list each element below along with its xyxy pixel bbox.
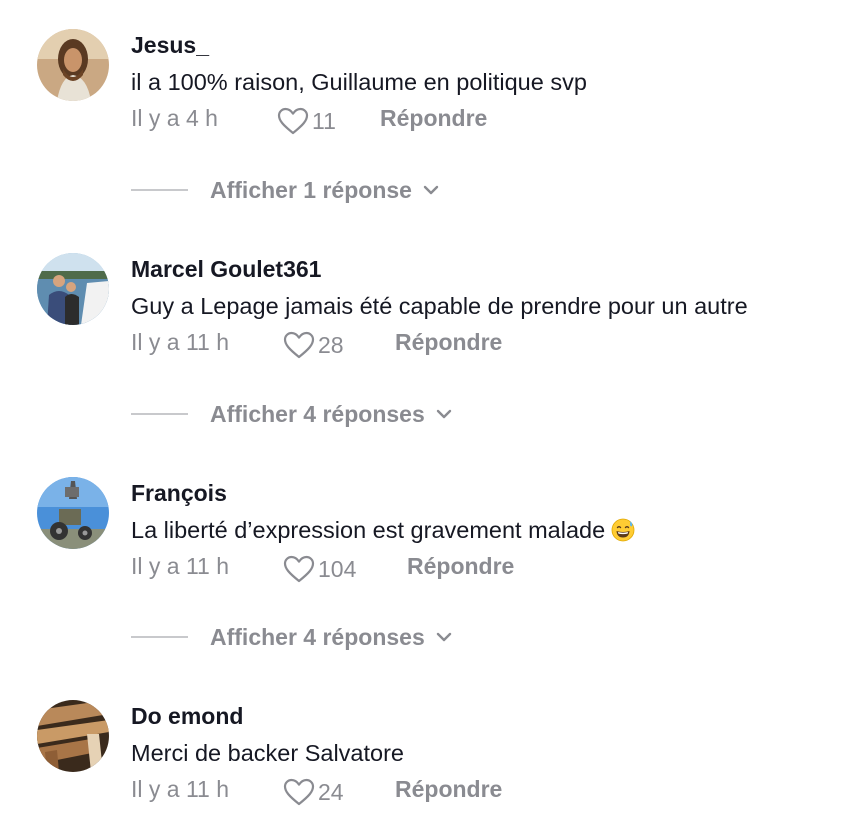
view-replies-label: Afficher 4 réponses [210, 623, 425, 650]
avatar[interactable] [37, 700, 109, 772]
like-button[interactable]: 11 [277, 107, 336, 135]
reply-button[interactable]: Répondre [395, 329, 502, 356]
comment-timestamp: Il y a 11 h [131, 329, 230, 355]
comment-timestamp: Il y a 11 h [131, 553, 230, 579]
avatar-wood-planks-icon [37, 700, 109, 772]
view-replies-label: Afficher 4 réponses [210, 400, 425, 427]
comment-text-content: La liberté d’expression est gravement ma… [131, 517, 606, 543]
view-replies-button[interactable]: Afficher 4 réponses [131, 622, 453, 652]
like-button[interactable]: 28 [283, 331, 344, 359]
view-replies-button[interactable]: Afficher 4 réponses [131, 399, 453, 429]
comment-username[interactable]: François [131, 480, 227, 507]
comment-timestamp: Il y a 11 h [131, 776, 230, 802]
comment-username[interactable]: Marcel Goulet361 [131, 256, 321, 283]
like-count: 104 [318, 555, 357, 582]
chevron-down-icon [436, 409, 451, 419]
reply-button[interactable]: Répondre [407, 553, 514, 580]
like-count: 28 [318, 331, 344, 358]
chevron-down-icon [436, 632, 451, 642]
avatar[interactable] [37, 29, 109, 101]
avatar-tractor-sky-icon [37, 477, 109, 549]
like-count: 24 [318, 778, 344, 805]
view-replies-label: Afficher 1 réponse [210, 176, 412, 203]
heart-icon [283, 555, 315, 583]
comment-text: Merci de backer Salvatore [131, 740, 404, 766]
avatar-man-on-boat-icon [37, 253, 109, 325]
like-count: 11 [312, 107, 336, 134]
comment-text: La liberté d’expression est gravement ma… [131, 517, 635, 544]
comment-text: Guy a Lepage jamais été capable de prend… [131, 293, 748, 319]
comment-timestamp: Il y a 4 h [131, 105, 218, 131]
avatar[interactable] [37, 477, 109, 549]
heart-icon [283, 331, 315, 359]
comment-text: il a 100% raison, Guillaume en politique… [131, 69, 587, 95]
comment-username[interactable]: Do emond [131, 703, 243, 730]
heart-icon [283, 778, 315, 806]
reply-button[interactable]: Répondre [395, 776, 502, 803]
divider-line [131, 413, 188, 415]
divider-line [131, 636, 188, 638]
like-button[interactable]: 24 [283, 778, 344, 806]
reply-button[interactable]: Répondre [380, 105, 487, 132]
grinning-sweat-emoji-icon [611, 518, 635, 542]
like-button[interactable]: 104 [283, 555, 356, 583]
chevron-down-icon [423, 185, 439, 195]
heart-icon [277, 107, 309, 135]
comment-username[interactable]: Jesus_ [131, 32, 209, 59]
view-replies-button[interactable]: Afficher 1 réponse [131, 175, 440, 205]
avatar-jesus-painting-icon [37, 29, 109, 101]
divider-line [131, 189, 188, 191]
avatar[interactable] [37, 253, 109, 325]
